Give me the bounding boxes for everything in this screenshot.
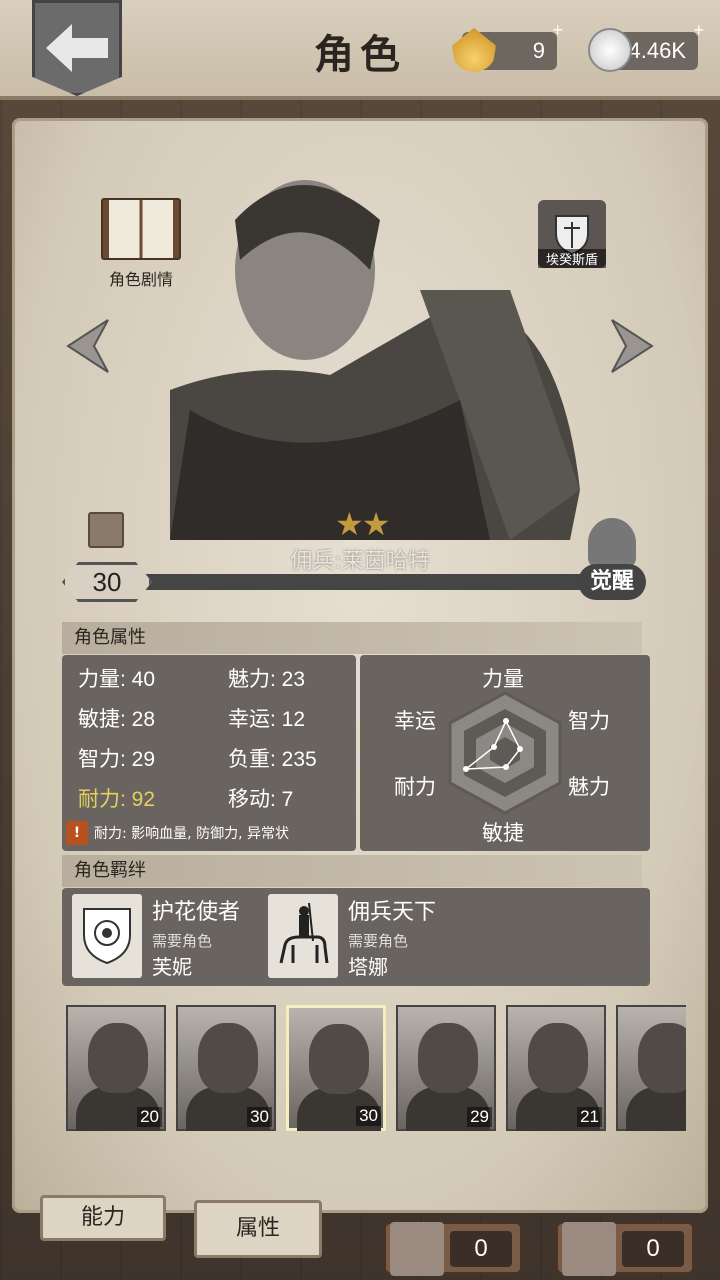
chevron-left-icon bbox=[66, 319, 109, 373]
knight-horse-icon bbox=[268, 894, 338, 978]
attribute-value: 敏捷: 28 bbox=[78, 708, 156, 731]
bond-item[interactable]: 佣兵天下 需要角色 塔娜 bbox=[268, 894, 436, 980]
radar-label-stamina: 耐力 bbox=[394, 775, 436, 799]
equipment-button[interactable]: 埃癸斯盾 bbox=[536, 200, 608, 268]
portrait-face bbox=[638, 1023, 686, 1093]
roster-card[interactable]: 30 bbox=[176, 1005, 276, 1131]
shell-currency[interactable]: 9 + bbox=[452, 20, 563, 72]
roster-level: 29 bbox=[467, 1107, 492, 1127]
bond-text: 护花使者 需要角色 芙妮 bbox=[152, 894, 240, 980]
roster-card[interactable] bbox=[616, 1005, 686, 1131]
portrait-face bbox=[418, 1023, 478, 1093]
roster-card[interactable]: 21 bbox=[506, 1005, 606, 1131]
radar-label-intelligence: 智力 bbox=[568, 709, 610, 733]
character-fragment-icon bbox=[562, 1222, 616, 1276]
coin-icon bbox=[588, 28, 632, 72]
book-icon bbox=[101, 198, 181, 260]
chevron-right-icon bbox=[611, 319, 654, 373]
bonds-section-title: 角色羁绊 bbox=[62, 855, 642, 887]
awaken-label: 觉醒 bbox=[578, 564, 646, 600]
attribute-value: 力量: 40 bbox=[78, 668, 156, 691]
level-bar: 30 bbox=[62, 562, 642, 602]
fragment-counter[interactable]: 0 bbox=[556, 1222, 694, 1276]
bond-required-name: 芙妮 bbox=[152, 955, 192, 979]
puzzle-count: 0 bbox=[450, 1231, 512, 1267]
story-button[interactable]: 角色剧情 bbox=[96, 198, 186, 290]
character-roster: 20 30 30 29 21 bbox=[66, 1005, 686, 1131]
tab-attributes[interactable]: 属性 bbox=[194, 1200, 322, 1258]
portrait-face bbox=[309, 1024, 369, 1094]
attributes-grid: 力量: 40 魅力: 23 敏捷: 28 幸运: 12 智力: 29 负重: 235 耐力:… bbox=[78, 663, 340, 813]
story-label: 角色剧情 bbox=[108, 270, 173, 289]
attribute-value: 幸运: 12 bbox=[228, 708, 306, 731]
level-progress-track bbox=[122, 574, 642, 590]
bond-required-name: 塔娜 bbox=[348, 955, 388, 979]
bond-title: 佣兵天下 bbox=[348, 900, 437, 925]
add-shell-button[interactable]: + bbox=[552, 20, 563, 41]
portrait-face bbox=[528, 1023, 588, 1093]
star-icon: ★ bbox=[361, 505, 391, 543]
aegis-shield-icon: 埃癸斯盾 bbox=[538, 200, 606, 268]
attribute-note-text: 耐力: 影响血量, 防御力, 异常状 bbox=[94, 826, 289, 842]
puzzle-piece-icon bbox=[390, 1222, 444, 1276]
attribute-value: 耐力: 92 bbox=[78, 788, 156, 811]
coin-currency[interactable]: 4.46K + bbox=[588, 20, 704, 72]
portrait-body bbox=[626, 1087, 686, 1131]
bond-subtitle: 需要角色 bbox=[348, 932, 409, 950]
attributes-section-title: 角色属性 bbox=[62, 622, 642, 654]
rose-shield-icon bbox=[72, 894, 142, 978]
attribute-radar-panel: 力量 幸运 智力 耐力 魅力 敏捷 bbox=[360, 655, 650, 851]
bond-item[interactable]: 护花使者 需要角色 芙妮 bbox=[72, 894, 240, 980]
portrait-face bbox=[198, 1023, 258, 1093]
roster-level: 30 bbox=[356, 1106, 381, 1126]
fragment-count: 0 bbox=[622, 1231, 684, 1267]
radar-label-luck: 幸运 bbox=[394, 709, 436, 733]
bond-title: 护花使者 bbox=[152, 900, 241, 925]
next-character-button[interactable] bbox=[608, 318, 656, 374]
star-rating: ★★ bbox=[335, 505, 391, 543]
coin-count: 4.46K bbox=[628, 38, 687, 63]
add-coin-button[interactable]: + bbox=[693, 20, 704, 41]
warning-icon: ! bbox=[66, 821, 88, 845]
roster-card[interactable]: 20 bbox=[66, 1005, 166, 1131]
awaken-button[interactable]: 觉醒 bbox=[574, 518, 650, 604]
radar-chart bbox=[448, 691, 562, 815]
puzzle-counter[interactable]: 0 bbox=[384, 1222, 522, 1276]
roster-level: 21 bbox=[577, 1107, 602, 1127]
attribute-value: 负重: 235 bbox=[228, 748, 317, 771]
attribute-value: 智力: 29 bbox=[78, 748, 156, 771]
roster-level: 30 bbox=[247, 1107, 272, 1127]
bonds-panel: 护花使者 需要角色 芙妮 佣兵天下 需要角色 塔娜 bbox=[62, 888, 650, 986]
level-badge: 30 bbox=[62, 562, 152, 602]
roster-card[interactable]: 30 bbox=[286, 1005, 386, 1131]
shell-count: 9 bbox=[532, 38, 545, 63]
star-icon: ★ bbox=[335, 505, 364, 543]
muscle-figure-icon bbox=[588, 518, 636, 568]
bond-text: 佣兵天下 需要角色 塔娜 bbox=[348, 894, 436, 980]
attribute-note: ! 耐力: 影响血量, 防御力, 异常状 bbox=[66, 821, 289, 845]
radar-label-charm: 魅力 bbox=[568, 775, 610, 799]
previous-character-button[interactable] bbox=[64, 318, 112, 374]
bond-subtitle: 需要角色 bbox=[152, 932, 213, 950]
portrait-face bbox=[88, 1023, 148, 1093]
radar-label-agility: 敏捷 bbox=[482, 821, 524, 845]
radar-label-strength: 力量 bbox=[482, 667, 524, 691]
equipment-label: 埃癸斯盾 bbox=[538, 249, 606, 268]
tab-ability[interactable]: 能力 bbox=[40, 1195, 166, 1241]
attribute-value: 魅力: 23 bbox=[228, 668, 306, 691]
top-bar: 角色 9 + 4.46K + bbox=[0, 0, 720, 100]
attribute-value: 移动: 7 bbox=[228, 788, 294, 811]
attributes-panel: 力量: 40 魅力: 23 敏捷: 28 幸运: 12 智力: 29 负重: 235 耐力:… bbox=[62, 655, 356, 851]
roster-level: 20 bbox=[137, 1107, 162, 1127]
roster-card[interactable]: 29 bbox=[396, 1005, 496, 1131]
